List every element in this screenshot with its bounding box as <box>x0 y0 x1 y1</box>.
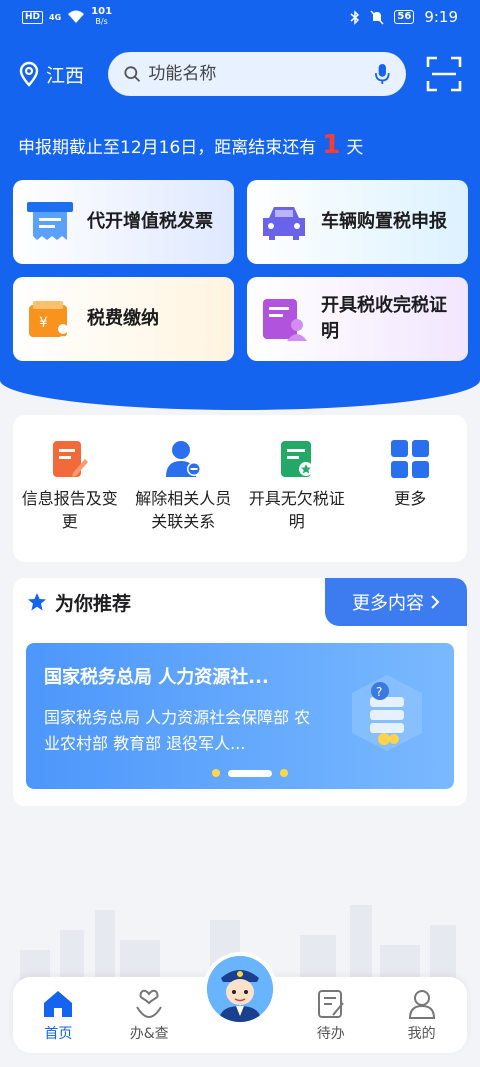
assistant-avatar-button[interactable] <box>203 952 277 1026</box>
card-tax-payment-label: 税费缴纳 <box>87 308 159 329</box>
quick-action-no-arrears-certificate[interactable]: 开具无欠税证明 <box>240 439 354 562</box>
tab-mine-label: 我的 <box>407 1026 436 1042</box>
quick-action-unlink-relation[interactable]: 解除相关人员关联关系 <box>127 439 241 562</box>
home-icon <box>44 991 73 1017</box>
card-vehicle-tax-label: 车辆购置税申报 <box>321 211 447 232</box>
user-remove-icon <box>166 441 202 477</box>
status-bar: HD 4G 101 B/s 56 9:19 <box>0 0 480 34</box>
card-invoice-label: 代开增值税发票 <box>87 211 213 232</box>
recommend-banner[interactable]: 国家税务总局 人力资源社... 国家税务总局 人力资源社会保障部 农业农村部 教… <box>26 643 454 789</box>
pagination-dot[interactable] <box>212 769 220 777</box>
deadline-prefix: 申报期截止至12月16日，距离结束还有 <box>18 138 317 158</box>
search-input[interactable] <box>148 64 368 84</box>
quick-action-info-report-label: 信息报告及变更 <box>21 489 118 531</box>
quick-action-unlink-relation-label: 解除相关人员关联关系 <box>135 489 232 531</box>
certificate-icon <box>263 299 307 341</box>
quick-actions-panel: 信息报告及变更 解除相关人员关联关系 开具无欠税证明 更多 <box>13 415 467 562</box>
card-invoice[interactable]: 代开增值税发票 <box>13 180 234 264</box>
search-icon <box>124 66 141 82</box>
banner-pagination <box>212 769 288 777</box>
quick-action-more[interactable]: 更多 <box>354 439 468 562</box>
tab-home[interactable]: 首页 <box>13 977 104 1053</box>
search-bar[interactable] <box>108 52 406 96</box>
tab-todo[interactable]: 待办 <box>285 977 376 1053</box>
tab-home-label: 首页 <box>44 1026 73 1042</box>
svg-text:?: ? <box>376 685 382 699</box>
tax-officer-avatar-icon <box>207 956 273 1022</box>
quick-action-more-label: 更多 <box>394 489 427 508</box>
banner-description: 国家税务总局 人力资源社会保障部 农业农村部 教育部 退役军人... <box>44 708 311 753</box>
edit-doc-icon <box>52 441 88 477</box>
recommend-title: 为你推荐 <box>55 592 132 615</box>
deadline-suffix: 天 <box>346 138 364 158</box>
microphone-icon[interactable] <box>375 62 390 86</box>
tab-todo-label: 待办 <box>316 1026 345 1042</box>
star-icon <box>28 593 46 611</box>
card-tax-payment[interactable]: ¥ 税费缴纳 <box>13 277 234 361</box>
profile-icon <box>408 990 435 1019</box>
tab-handle-query[interactable]: 办&查 <box>104 977 195 1053</box>
car-icon <box>263 207 305 240</box>
database-question-icon: ? <box>352 675 422 751</box>
battery-icon: 56 <box>394 10 415 24</box>
more-content-label: 更多内容 <box>352 593 424 614</box>
hd-indicator: HD <box>22 10 44 24</box>
mute-bell-icon <box>370 9 384 25</box>
recommend-section: 为你推荐 更多内容 国家税务总局 人力资源社... 国家税务总局 人力资源社会保… <box>13 578 467 806</box>
deadline-notice: 申报期截止至12月16日，距离结束还有 1 天 <box>18 130 363 160</box>
svg-text:¥: ¥ <box>39 315 48 331</box>
card-tax-certificate[interactable]: 开具税收完税证明 <box>247 277 468 361</box>
doc-star-icon <box>280 441 313 477</box>
pagination-dot-active[interactable] <box>228 769 272 777</box>
invoice-icon <box>27 202 73 240</box>
pagination-dot[interactable] <box>280 769 288 777</box>
location-pin-icon <box>19 61 39 87</box>
location-label: 江西 <box>46 64 85 87</box>
quick-action-no-arrears-certificate-label: 开具无欠税证明 <box>248 489 345 531</box>
wifi-icon <box>68 10 85 23</box>
todo-doc-icon <box>317 990 344 1018</box>
network-type: 4G <box>49 12 62 22</box>
quick-action-info-report[interactable]: 信息报告及变更 <box>13 439 127 562</box>
scan-icon[interactable] <box>426 56 462 92</box>
bluetooth-icon <box>350 9 360 25</box>
clock: 9:19 <box>424 8 458 26</box>
tab-mine[interactable]: 我的 <box>376 977 467 1053</box>
chevron-right-icon <box>431 595 440 609</box>
location-selector[interactable]: 江西 <box>18 61 108 88</box>
top-bar: 江西 <box>18 52 462 96</box>
card-tax-certificate-label: 开具税收完税证明 <box>321 295 447 342</box>
network-speed: 101 B/s <box>91 6 113 27</box>
heart-hand-icon <box>136 989 163 1019</box>
wallet-icon: ¥ <box>29 301 71 341</box>
card-vehicle-tax[interactable]: 车辆购置税申报 <box>247 180 468 264</box>
tab-handle-query-label: 办&查 <box>129 1026 169 1042</box>
grid-icon <box>391 440 430 478</box>
more-content-button[interactable]: 更多内容 <box>325 578 467 626</box>
deadline-days: 1 <box>322 130 341 160</box>
